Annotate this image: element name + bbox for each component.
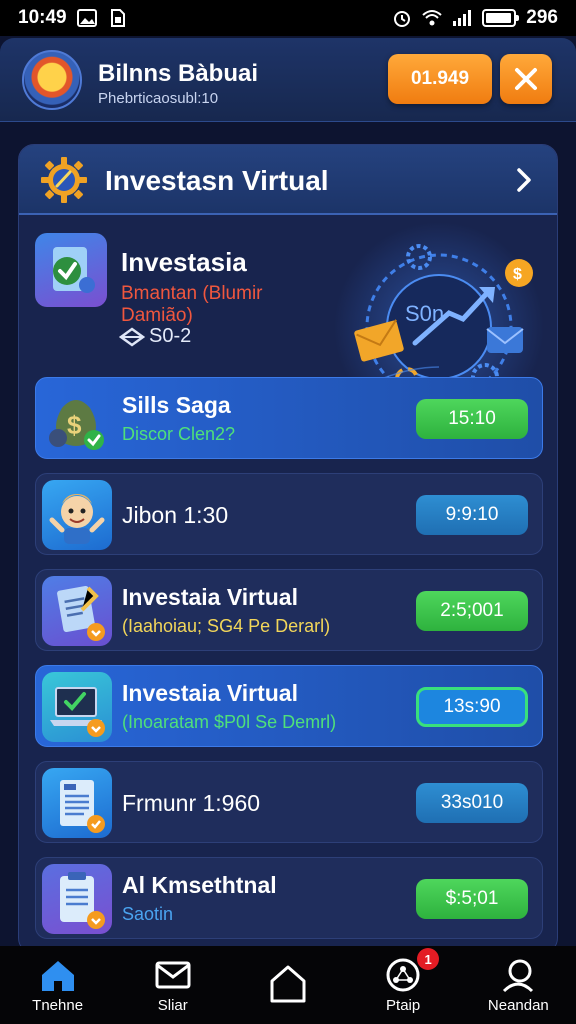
status-time: 10:49: [18, 7, 67, 28]
notification-badge: 1: [417, 948, 440, 970]
wifi-icon: [422, 10, 442, 26]
list-item[interactable]: Investaia Virtual (Iaahoiau; SG4 Pe Dera…: [35, 569, 543, 651]
bottom-navigation: Tnehne Sliar 1 Ptaip Neandan: [0, 946, 576, 1024]
row-title: Al Kmsethtnal: [122, 872, 277, 898]
coin-icon: [505, 259, 533, 287]
row-title: Frmunr 1:960: [122, 790, 261, 816]
row-value-button[interactable]: 9:9:10: [416, 495, 528, 535]
investment-panel: Investasn Virtual S0n $ Investasia Bmant…: [18, 144, 558, 954]
row-title: Sills Saga: [122, 392, 231, 418]
gear-small-icon: [406, 244, 432, 270]
image-icon: [76, 9, 97, 27]
report-icon: [42, 768, 112, 838]
row-value-button[interactable]: 2:5;001: [416, 591, 528, 631]
row-value-button[interactable]: 33s010: [416, 783, 528, 823]
clipboard-icon: [42, 864, 112, 934]
gear-icon: [41, 157, 87, 203]
close-button[interactable]: [500, 54, 552, 104]
row-title: Investaia Virtual: [122, 584, 298, 610]
nav-label: Neandan: [487, 996, 549, 1014]
row-value-button[interactable]: $:5;01: [416, 879, 528, 919]
featured-subtitle: Bmantan (Blumir Damião): [121, 283, 263, 326]
avatar[interactable]: [22, 50, 82, 110]
laptop-icon: [42, 672, 112, 742]
featured-meta: S0-2: [149, 325, 192, 347]
nav-item-profile[interactable]: Neandan: [468, 946, 568, 1024]
svg-text:$: $: [67, 410, 82, 440]
list-item[interactable]: Investaia Virtual (Inoaratam $P0l Se Dem…: [35, 665, 543, 747]
nav-item-network[interactable]: 1 Ptaip: [353, 946, 453, 1024]
mail-icon: [486, 327, 524, 353]
nav-label: Tnehne: [32, 996, 84, 1014]
sim-card-icon: [110, 9, 125, 27]
shield-check-icon: [35, 233, 107, 307]
nav-label: Ptaip: [386, 996, 421, 1014]
row-title: Jibon 1:30: [122, 502, 229, 528]
header-title: Bilnns Bàbuai: [98, 60, 259, 87]
featured-title: Investasia: [121, 247, 247, 277]
status-bar: 10:49 296: [0, 0, 576, 36]
nav-item-center[interactable]: [238, 946, 338, 1024]
home-icon: [41, 960, 74, 991]
money-bag-icon: $: [42, 384, 112, 454]
app-header: Bilnns Bàbuai Phebrticaosubl:10 01.949: [0, 38, 576, 122]
nav-label: Sliar: [157, 996, 188, 1014]
row-value-button[interactable]: 13s:90: [416, 687, 528, 727]
row-subtitle: (Inoaratam $P0l Se Demrl): [122, 712, 337, 732]
panel-header[interactable]: Investasn Virtual: [19, 145, 557, 215]
nav-item-mail[interactable]: Sliar: [123, 946, 223, 1024]
row-subtitle: Saotin: [122, 904, 174, 924]
row-title: Investaia Virtual: [122, 680, 298, 706]
featured-investment[interactable]: Investasia Bmantan (Blumir Damião) S0-2: [35, 233, 335, 363]
graphic-label: S0n: [405, 301, 444, 326]
list-item[interactable]: Al Kmsethtnal Saotin $:5;01: [35, 857, 543, 939]
list-item[interactable]: Frmunr 1:960 33s010: [35, 761, 543, 843]
signal-icon: [453, 10, 472, 26]
mascot-icon: [42, 480, 112, 550]
header-subtitle: Phebrticaosubl:10: [98, 90, 219, 107]
battery-level: 296: [526, 7, 558, 28]
chevron-right-icon[interactable]: [509, 165, 539, 195]
list-item[interactable]: $ Sills Saga Discor Clen2? 15:10: [35, 377, 543, 459]
diamond-icon: [119, 327, 145, 347]
panel-title: Investasn Virtual: [105, 165, 329, 196]
svg-text:$: $: [513, 266, 522, 283]
row-subtitle: (Iaahoiau; SG4 Pe Derarl): [122, 616, 331, 636]
profile-icon: [503, 959, 534, 992]
mail-icon: [155, 961, 191, 988]
balance-button[interactable]: 01.949: [388, 54, 492, 104]
nav-item-home[interactable]: Tnehne: [8, 946, 108, 1024]
list-item[interactable]: Jibon 1:30 9:9:10: [35, 473, 543, 555]
house-outline-icon: [270, 965, 306, 1003]
row-value-button[interactable]: 15:10: [416, 399, 528, 439]
row-subtitle: Discor Clen2?: [122, 424, 236, 444]
document-icon: [42, 576, 112, 646]
alarm-icon: [394, 11, 411, 27]
envelope-icon: [354, 319, 404, 362]
close-icon: [515, 68, 537, 90]
battery-icon: [482, 9, 520, 27]
